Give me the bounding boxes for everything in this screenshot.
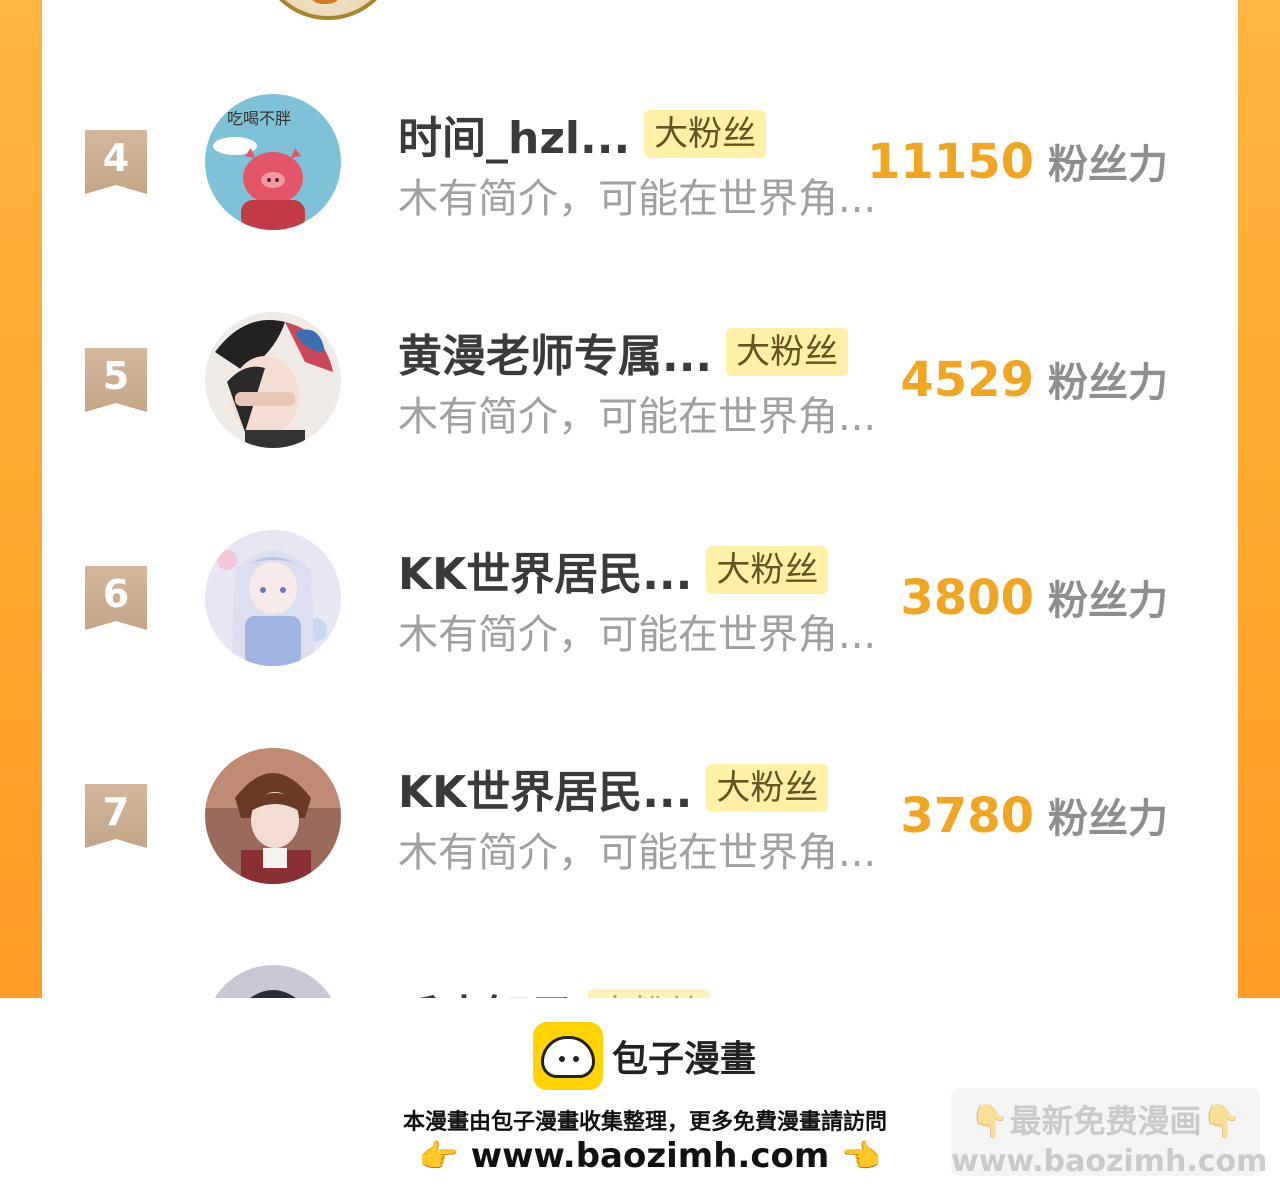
fan-score: 4529 粉丝力 [900, 350, 1168, 408]
score-unit: 粉丝力 [1048, 360, 1168, 406]
avatar-anime-boy [205, 748, 341, 884]
score-value: 11150 [867, 134, 1034, 190]
ranking-row-6: 6 KK世界居民... 大粉丝 木有简介，可能在世界角... 3800 粉丝力 [42, 528, 1238, 668]
fan-name[interactable]: 黄漫老师专属... [398, 320, 712, 384]
name-line: KK世界居民... 大粉丝 [398, 756, 829, 820]
avatar-boy-drawing [205, 312, 341, 448]
fan-score: 11150 粉丝力 [867, 132, 1168, 190]
logo-text[interactable]: 包子漫畫 [612, 1030, 756, 1082]
rank-flag: 6 [85, 566, 147, 630]
fan-level-badge: 大粉丝 [706, 764, 829, 812]
watermark-box: 👇最新免费漫画👇 www.baozimh.com [951, 1088, 1268, 1179]
name-line: KK世界居民... 大粉丝 [398, 538, 829, 602]
rank-flag: 4 [85, 130, 147, 194]
score-value: 3800 [900, 570, 1034, 626]
fan-name[interactable]: 千本智子 [398, 981, 574, 998]
fan-level-badge: 大粉丝 [706, 546, 829, 594]
fan-intro: 木有简介，可能在世界角... [398, 830, 877, 876]
fan-intro: 木有简介，可能在世界角... [398, 612, 877, 658]
avatar-pig: 吃喝不胖 [205, 94, 341, 230]
ranking-row-4: 4 吃喝不胖 时间_hzl... 大粉丝 木有简介，可能在世界角... 1115… [42, 92, 1238, 232]
pointing-left-icon: 👈 [841, 1137, 882, 1175]
name-line: 黄漫老师专属... 大粉丝 [398, 320, 849, 384]
rank-number: 7 [102, 790, 130, 834]
rank-number: 5 [102, 354, 130, 398]
score-unit: 粉丝力 [1048, 142, 1168, 188]
avatar-dark-hair [205, 965, 341, 998]
fan-name[interactable]: KK世界居民... [398, 538, 692, 602]
score-unit: 粉丝力 [1048, 796, 1168, 842]
rank-flag: 7 [85, 784, 147, 848]
fan-intro: 木有简介，可能在世界角... [398, 176, 877, 222]
fan-score: 3800 粉丝力 [900, 568, 1168, 626]
name-line: 千本智子 大粉丝 [398, 983, 710, 998]
fan-level-badge: 大粉丝 [588, 989, 710, 998]
rank-number: 6 [102, 572, 130, 616]
pointing-right-icon: 👉 [418, 1137, 459, 1175]
score-value: 3780 [900, 788, 1034, 844]
score-value: 4529 [900, 352, 1034, 408]
comic-page-frame: 4 吃喝不胖 时间_hzl... 大粉丝 木有简介，可能在世界角... 1115… [0, 0, 1280, 998]
rank-flag: 5 [85, 348, 147, 412]
ranking-row-7: 7 KK世界居民... 大粉丝 木有简介，可能在世界角... 3780 粉丝力 [42, 746, 1238, 886]
fan-intro: 木有简介，可能在世界角... [398, 394, 877, 440]
avatar-anime-girl [205, 530, 341, 666]
fan-score: 3780 粉丝力 [900, 786, 1168, 844]
baozi-logo-icon[interactable] [533, 1022, 603, 1090]
fan-ranking-panel: 4 吃喝不胖 时间_hzl... 大粉丝 木有简介，可能在世界角... 1115… [42, 0, 1238, 998]
ranking-row-8-partial: 千本智子 大粉丝 [42, 965, 1238, 998]
fan-level-badge: 大粉丝 [726, 328, 849, 376]
name-line: 时间_hzl... 大粉丝 [398, 102, 767, 166]
site-url-link[interactable]: www.baozimh.com [471, 1136, 830, 1176]
ranking-row-5: 5 黄漫老师专属... 大粉丝 木有简介，可能在世界角... 4529 粉丝力 [42, 310, 1238, 450]
watermark-title: 👇最新免费漫画👇 [969, 1102, 1242, 1140]
site-footer: 包子漫畫 本漫畫由包子漫畫收集整理，更多免費漫畫請訪問 👉 www.baozimh… [0, 998, 1280, 1199]
svg-text:吃喝不胖: 吃喝不胖 [227, 109, 291, 128]
avatar-rank-3-partial [258, 0, 398, 20]
score-unit: 粉丝力 [1048, 578, 1168, 624]
fan-name[interactable]: 时间_hzl... [398, 102, 630, 166]
watermark-url: www.baozimh.com [951, 1144, 1268, 1179]
fan-level-badge: 大粉丝 [644, 110, 767, 158]
fan-name[interactable]: KK世界居民... [398, 756, 692, 820]
rank-number: 4 [102, 136, 130, 180]
